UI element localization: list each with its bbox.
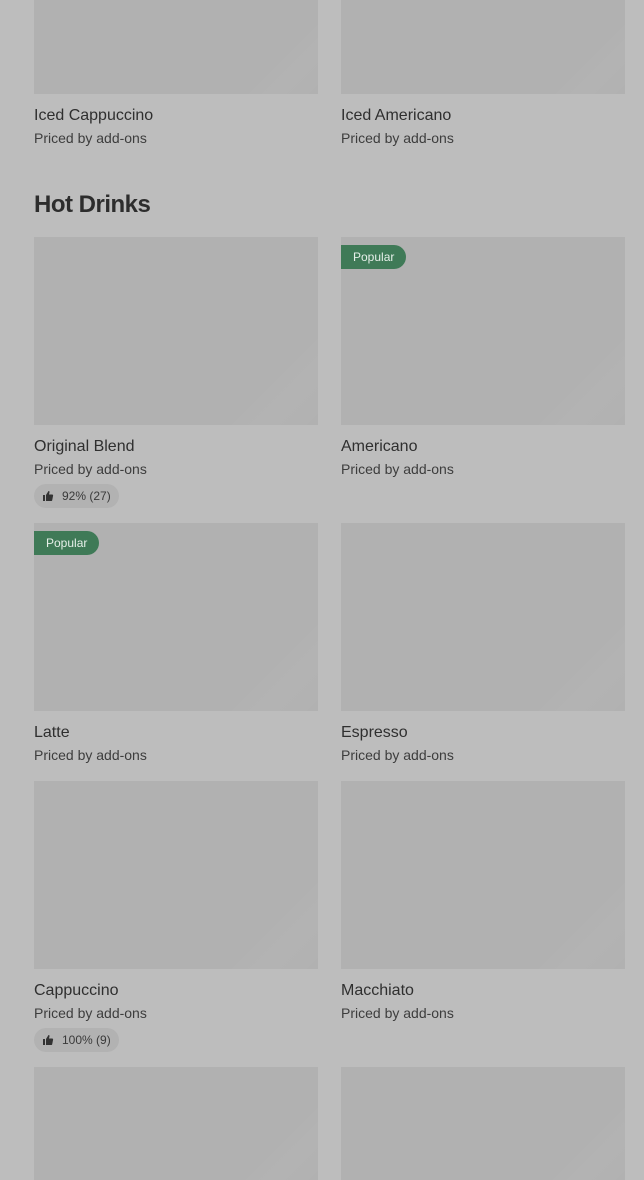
item-title: Espresso: [341, 724, 408, 741]
rating-text: 92% (27): [62, 489, 111, 503]
menu-item-card[interactable]: Macchiato Priced by add-ons: [341, 781, 625, 1022]
item-image[interactable]: [341, 523, 625, 711]
menu-item-card[interactable]: Iced Americano Priced by add-ons: [341, 0, 625, 147]
menu-item-card[interactable]: [341, 1067, 625, 1180]
item-price: Priced by add-ons: [34, 747, 147, 763]
menu-item-card[interactable]: [34, 1067, 318, 1180]
item-price: Priced by add-ons: [34, 130, 147, 146]
menu-item-card[interactable]: Popular Latte Priced by add-ons: [34, 523, 318, 764]
item-image[interactable]: [34, 237, 318, 425]
menu-item-card[interactable]: Cappuccino Priced by add-ons 100% (9): [34, 781, 318, 1052]
section-title: Hot Drinks: [34, 191, 151, 218]
item-price: Priced by add-ons: [341, 461, 454, 477]
item-image[interactable]: [341, 0, 625, 94]
menu-item-card[interactable]: Popular Americano Priced by add-ons: [341, 237, 625, 478]
rating-badge: 100% (9): [34, 1028, 119, 1052]
item-image[interactable]: Popular: [34, 523, 318, 711]
item-image[interactable]: [341, 1067, 625, 1180]
item-price: Priced by add-ons: [34, 1005, 147, 1021]
thumbs-up-icon: [43, 1035, 54, 1045]
item-price: Priced by add-ons: [341, 1005, 454, 1021]
item-title: Latte: [34, 724, 70, 741]
item-image[interactable]: [34, 1067, 318, 1180]
menu-page: Iced Cappuccino Priced by add-ons Iced A…: [0, 0, 644, 1180]
item-title: Americano: [341, 438, 418, 455]
item-title: Iced Americano: [341, 107, 452, 124]
item-title: Iced Cappuccino: [34, 107, 154, 124]
popular-badge: Popular: [34, 531, 100, 555]
menu-item-card[interactable]: Iced Cappuccino Priced by add-ons: [34, 0, 318, 147]
menu-item-card[interactable]: Espresso Priced by add-ons: [341, 523, 625, 764]
item-image[interactable]: [341, 781, 625, 969]
rating-text: 100% (9): [62, 1033, 111, 1047]
item-image[interactable]: Popular: [341, 237, 625, 425]
item-title: Original Blend: [34, 438, 135, 455]
menu-item-card[interactable]: Original Blend Priced by add-ons 92% (27…: [34, 237, 318, 508]
item-image[interactable]: [34, 781, 318, 969]
item-image[interactable]: [34, 0, 318, 94]
item-price: Priced by add-ons: [341, 130, 454, 146]
item-price: Priced by add-ons: [34, 461, 147, 477]
item-price: Priced by add-ons: [341, 747, 454, 763]
item-title: Macchiato: [341, 982, 414, 999]
item-title: Cappuccino: [34, 982, 119, 999]
thumbs-up-icon: [43, 491, 54, 501]
rating-badge: 92% (27): [34, 484, 119, 508]
popular-badge: Popular: [341, 245, 407, 269]
